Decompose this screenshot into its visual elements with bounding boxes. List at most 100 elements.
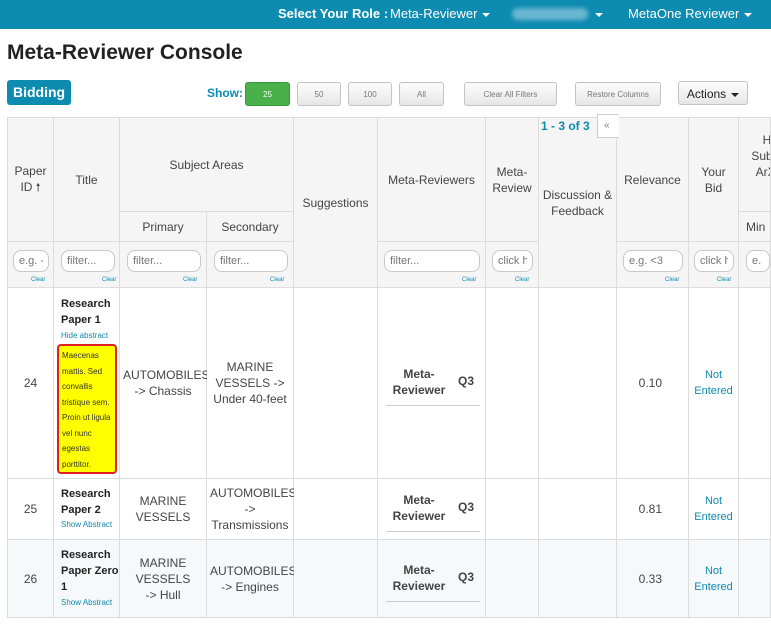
paper-title[interactable]: Research Paper 2 xyxy=(61,486,119,518)
meta-reviewer-name: Meta-Reviewer xyxy=(392,563,446,593)
table-row-25-bid: Not Entered xyxy=(689,479,739,540)
clear-link[interactable]: Clear xyxy=(31,277,45,283)
meta-reviewer-quartile: Q3 xyxy=(457,500,474,514)
clear-link[interactable]: Clear xyxy=(515,277,529,283)
header-arxiv[interactable]: H Subm ArXi xyxy=(739,118,771,212)
pager-first-button[interactable]: « xyxy=(597,114,619,138)
secondary-filter-input[interactable] xyxy=(214,250,288,272)
header-paper-id-label: Paper ID 🠕 xyxy=(14,164,47,194)
title-filter-input[interactable] xyxy=(61,250,115,272)
relevance-value: 0.33 xyxy=(638,571,662,586)
table-row-25-discussion xyxy=(539,479,617,540)
chevron-down-icon xyxy=(595,12,603,17)
clear-link[interactable]: Clear xyxy=(270,277,284,283)
show-50-button[interactable]: 50 xyxy=(297,82,341,106)
show-abstract-link[interactable]: Show Abstract xyxy=(61,520,112,529)
header-secondary[interactable]: Secondary xyxy=(207,212,294,242)
user-menu-label: MetaOne Reviewer xyxy=(628,6,740,21)
relevance-value: 0.81 xyxy=(638,502,662,516)
paper-title[interactable]: Research Paper Zero 1 xyxy=(61,547,119,595)
header-meta-reviewers[interactable]: Meta-Reviewers xyxy=(378,118,486,242)
actions-button-label: Actions xyxy=(686,87,727,101)
show-label: Show: xyxy=(207,86,243,100)
page-title: Meta-Reviewer Console xyxy=(7,41,243,64)
table-row-25-secondary: AUTOMOBILES -> Transmissions xyxy=(207,479,296,540)
header-your-bid[interactable]: Your Bid xyxy=(689,118,739,242)
table-row-24-primary: AUTOMOBILES -> Chassis xyxy=(120,288,209,479)
table-row-24-suggestions xyxy=(294,288,378,479)
header-suggestions[interactable]: Suggestions xyxy=(294,118,378,288)
bid-status-link[interactable]: Not Entered xyxy=(694,367,734,399)
clear-link[interactable]: Clear xyxy=(665,277,679,283)
relevance-filter-input[interactable] xyxy=(623,250,683,272)
show-25-button[interactable]: 25 xyxy=(245,82,290,106)
meta-reviewer-entry: Meta-Reviewer Q3 xyxy=(386,492,480,532)
table-row-24-arxiv xyxy=(739,288,771,479)
secondary-subject: AUTOMOBILES -> Engines xyxy=(210,563,297,594)
filter-cell-relevance: Clear xyxy=(617,242,689,288)
table-row-25-suggestions xyxy=(294,479,378,540)
redacted-menu-caret[interactable] xyxy=(590,0,603,29)
redacted-menu[interactable] xyxy=(512,8,588,20)
role-dropdown[interactable]: Meta-Reviewer xyxy=(390,0,491,29)
bid-status-link[interactable]: Not Entered xyxy=(694,563,734,595)
clear-link[interactable]: Clear xyxy=(462,277,476,283)
hide-abstract-link[interactable]: Hide abstract xyxy=(61,331,108,340)
your-bid-filter-input[interactable] xyxy=(694,250,734,272)
show-100-button[interactable]: 100 xyxy=(348,82,392,106)
table-row-25-arxiv xyxy=(739,479,771,540)
table-row-26-relevance: 0.33 xyxy=(617,540,689,618)
primary-filter-input[interactable] xyxy=(127,250,201,272)
table-row-24-id: 24 xyxy=(8,288,54,479)
table-row-24-discussion xyxy=(539,288,617,479)
header-meta-review-label: Meta-Review xyxy=(492,164,532,195)
abstract-highlight: Maecenas mattis. Sed convallis tristique… xyxy=(57,344,117,474)
header-discussion-label: Discussion & Feedback xyxy=(542,187,613,218)
meta-reviewer-entry: Meta-Reviewer Q3 xyxy=(386,366,480,406)
primary-subject: MARINE VESSELS xyxy=(135,494,191,524)
paper-title[interactable]: Research Paper 1 xyxy=(61,296,119,328)
header-relevance[interactable]: Relevance xyxy=(617,118,689,242)
clear-link[interactable]: Clear xyxy=(102,277,116,283)
bid-status-link[interactable]: Not Entered xyxy=(694,493,734,525)
top-navbar: Select Your Role : Meta-Reviewer MetaOne… xyxy=(0,0,771,29)
table-row-26-title-cell: Research Paper Zero 1 Show Abstract xyxy=(54,540,120,618)
table-row-25-meta-reviewers: Meta-Reviewer Q3 xyxy=(378,479,486,540)
table-row-26-arxiv xyxy=(739,540,771,618)
table-row-26-primary: MARINE VESSELS -> Hull xyxy=(120,540,207,618)
table-row-26-secondary: AUTOMOBILES -> Engines xyxy=(207,540,297,618)
table-row-26-id: 26 xyxy=(8,540,54,618)
meta-reviewers-filter-input[interactable] xyxy=(384,250,480,272)
sort-ascending-icon: 🠕 xyxy=(35,182,41,194)
header-your-bid-label: Your Bid xyxy=(701,164,726,195)
chevron-down-icon xyxy=(731,92,740,97)
filter-cell-arxiv xyxy=(739,242,771,288)
show-all-button[interactable]: All xyxy=(399,82,444,106)
header-meta-review[interactable]: Meta-Review xyxy=(486,118,539,242)
bidding-badge: Bidding xyxy=(7,80,72,105)
pager-summary: 1 - 3 of 3 xyxy=(541,119,590,133)
table-row-24-bid: Not Entered xyxy=(689,288,739,479)
filter-cell-meta-reviewers: Clear xyxy=(378,242,486,288)
header-min[interactable]: Min xyxy=(739,212,771,242)
header-primary[interactable]: Primary xyxy=(120,212,207,242)
table-row-25-meta-review xyxy=(486,479,539,540)
user-menu[interactable]: MetaOne Reviewer xyxy=(628,0,753,29)
header-discussion[interactable]: Discussion & Feedback xyxy=(539,118,617,288)
table-row-25-title-cell: Research Paper 2 Show Abstract xyxy=(54,479,120,540)
filter-cell-meta-review: Clear xyxy=(486,242,539,288)
chevron-down-icon xyxy=(744,12,753,17)
show-abstract-link[interactable]: Show Abstract xyxy=(61,598,112,607)
actions-button[interactable]: Actions xyxy=(678,81,748,105)
header-paper-id[interactable]: Paper ID 🠕 xyxy=(8,118,54,242)
meta-review-filter-input[interactable] xyxy=(492,250,533,272)
table-row-24-relevance: 0.10 xyxy=(617,288,689,479)
clear-link[interactable]: Clear xyxy=(717,277,731,283)
clear-all-filters-button[interactable]: Clear All Filters xyxy=(464,82,557,106)
clear-link[interactable]: Clear xyxy=(183,277,197,283)
restore-columns-button[interactable]: Restore Columns xyxy=(575,82,661,106)
paper-id-filter-input[interactable] xyxy=(13,250,49,272)
table-row-24-meta-reviewers: Meta-Reviewer Q3 xyxy=(378,288,486,479)
arxiv-filter-input[interactable] xyxy=(746,250,770,272)
header-title[interactable]: Title xyxy=(54,118,120,242)
